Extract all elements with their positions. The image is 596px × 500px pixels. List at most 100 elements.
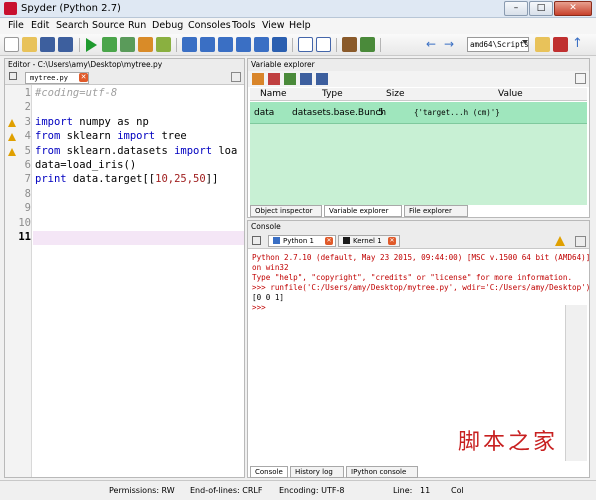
console-command-line: >>> runfile('C:/Users/amy/Desktop/mytree…: [252, 283, 591, 292]
code-line[interactable]: import numpy as np: [35, 116, 149, 128]
menu-file[interactable]: File: [8, 20, 24, 31]
save-icon[interactable]: [40, 37, 55, 52]
run-icon[interactable]: [86, 38, 97, 52]
console-pane: Console Python 1 ✕ Kernel 1 ✕ Python 2.7…: [247, 220, 590, 478]
pythonpath-icon[interactable]: [360, 37, 375, 52]
preferences-icon[interactable]: [342, 37, 357, 52]
warning-icon: [555, 236, 565, 246]
open-file-icon[interactable]: [22, 37, 37, 52]
run-cell-advance-icon[interactable]: [120, 37, 135, 52]
console-scrollbar[interactable]: [565, 305, 587, 461]
save-all-icon[interactable]: [58, 37, 73, 52]
menu-bar: File Edit Search Source Run Debug Consol…: [0, 18, 596, 34]
cell-name: data: [254, 108, 275, 118]
console-prompt[interactable]: >>>: [252, 303, 266, 312]
toolbar-separator: [380, 38, 381, 52]
tab-console[interactable]: Console: [250, 466, 288, 478]
browse-tabs-icon[interactable]: [9, 72, 17, 80]
options-icon[interactable]: [575, 73, 586, 84]
menu-tools[interactable]: Tools: [232, 20, 255, 31]
continue-icon[interactable]: [254, 37, 269, 52]
ipython-icon: [343, 237, 350, 244]
refresh-icon[interactable]: [284, 73, 296, 85]
toolbar: ← → amd64\Scripts ↑: [0, 34, 596, 56]
import-data-icon[interactable]: [252, 73, 264, 85]
code-line[interactable]: #coding=utf-8: [35, 87, 117, 99]
code-line[interactable]: data=load_iris(): [35, 159, 136, 171]
status-permissions: Permissions: RW: [109, 486, 175, 495]
code-line[interactable]: from sklearn.datasets import loa: [35, 145, 237, 157]
window-title: Spyder (Python 2.7): [21, 3, 121, 14]
console-output-line: Type "help", "copyright", "credits" or "…: [252, 273, 573, 282]
menu-consoles[interactable]: Consoles: [188, 20, 231, 31]
toolbar-separator: [336, 38, 337, 52]
options-icon[interactable]: [231, 72, 241, 82]
menu-edit[interactable]: Edit: [31, 20, 49, 31]
minimize-button[interactable]: –: [504, 1, 528, 16]
menu-search[interactable]: Search: [56, 20, 89, 31]
close-tab-icon[interactable]: ✕: [388, 237, 396, 245]
code-line[interactable]: from sklearn import tree: [35, 130, 187, 142]
tab-variable-explorer[interactable]: Variable explorer: [324, 205, 402, 217]
menu-run[interactable]: Run: [128, 20, 146, 31]
run-cell-icon[interactable]: [102, 37, 117, 52]
status-encoding: Encoding: UTF-8: [279, 486, 345, 495]
run-selection-icon[interactable]: [138, 37, 153, 52]
close-tab-icon[interactable]: ✕: [325, 237, 333, 245]
console-title: Console: [248, 221, 589, 233]
console-result-line: [0 0 1]: [252, 293, 285, 302]
tab-file-explorer[interactable]: File explorer: [404, 205, 468, 217]
menu-source[interactable]: Source: [92, 20, 125, 31]
change-dir-icon[interactable]: [553, 37, 568, 52]
editor-title: Editor - C:\Users\amy\Desktop\mytree.py: [5, 59, 244, 71]
fullscreen-icon[interactable]: [316, 37, 331, 52]
code-line[interactable]: print data.target[[10,25,50]]: [35, 173, 218, 185]
close-tab-icon[interactable]: ✕: [79, 73, 88, 82]
line-number-current: 11: [18, 231, 31, 243]
stop-debug-icon[interactable]: [272, 37, 287, 52]
tab-label: Python 1: [283, 237, 314, 245]
tab-ipython-console[interactable]: IPython console: [346, 466, 418, 478]
editor-tabbar: mytree.py ✕: [5, 71, 244, 85]
column-header-type[interactable]: Type: [322, 89, 343, 99]
back-arrow-icon[interactable]: ←: [426, 38, 436, 50]
step-into-icon[interactable]: [218, 37, 233, 52]
tab-history-log[interactable]: History log: [290, 466, 344, 478]
variable-explorer-title: Variable explorer: [248, 59, 589, 71]
save-data-icon[interactable]: [300, 73, 312, 85]
step-icon[interactable]: [200, 37, 215, 52]
column-header-value[interactable]: Value: [498, 89, 523, 99]
console-output-line: Python 2.7.10 (default, May 23 2015, 09:…: [252, 253, 591, 262]
table-row[interactable]: data datasets.base.Bunch 5 {'target...h …: [250, 102, 587, 124]
forward-arrow-icon[interactable]: →: [444, 38, 454, 50]
close-button[interactable]: ✕: [554, 1, 592, 16]
new-file-icon[interactable]: [4, 37, 19, 52]
run-config-icon[interactable]: [156, 37, 171, 52]
menu-view[interactable]: View: [262, 20, 285, 31]
python-icon: [273, 237, 280, 244]
column-header-size[interactable]: Size: [386, 89, 404, 99]
line-number: 2: [24, 101, 31, 113]
working-directory-combo[interactable]: amd64\Scripts: [467, 37, 529, 52]
debug-icon[interactable]: [182, 37, 197, 52]
chevron-down-icon[interactable]: [522, 40, 528, 44]
column-header-name[interactable]: Name: [260, 89, 287, 99]
parent-dir-icon[interactable]: ↑: [572, 37, 583, 50]
line-number: 7: [24, 173, 31, 185]
tab-label: Kernel 1: [353, 237, 382, 245]
maximize-button[interactable]: □: [529, 1, 553, 16]
save-data-as-icon[interactable]: [316, 73, 328, 85]
editor-pane: Editor - C:\Users\amy\Desktop\mytree.py …: [4, 58, 245, 478]
title-bar: Spyder (Python 2.7) – □ ✕: [0, 0, 596, 18]
status-line-label: Line:: [393, 486, 413, 495]
remove-all-icon[interactable]: [268, 73, 280, 85]
step-out-icon[interactable]: [236, 37, 251, 52]
browse-folder-icon[interactable]: [535, 37, 550, 52]
menu-debug[interactable]: Debug: [152, 20, 183, 31]
maximize-pane-icon[interactable]: [298, 37, 313, 52]
toolbar-separator: [79, 38, 80, 52]
menu-help[interactable]: Help: [289, 20, 311, 31]
tab-object-inspector[interactable]: Object inspector: [250, 205, 322, 217]
browse-tabs-icon[interactable]: [252, 236, 261, 245]
options-icon[interactable]: [575, 236, 586, 247]
